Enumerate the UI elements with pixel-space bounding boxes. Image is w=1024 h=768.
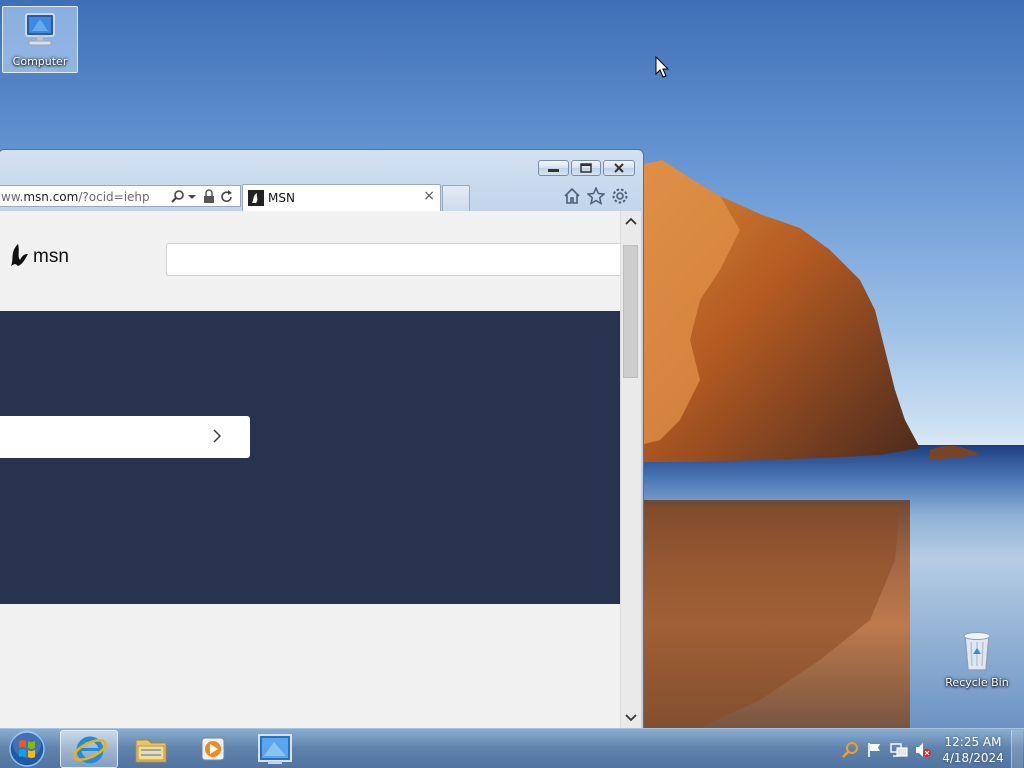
desktop-icon-label: Recycle Bin: [945, 676, 1009, 689]
file-explorer-icon: [135, 739, 167, 763]
search-icon[interactable]: [842, 741, 860, 759]
taskbar-internet-explorer[interactable]: [60, 730, 118, 768]
scroll-up-icon[interactable]: [621, 213, 641, 229]
scroll-down-icon[interactable]: [621, 710, 641, 726]
volume-muted-icon[interactable]: [914, 741, 932, 759]
tab-msn[interactable]: MSN ×: [242, 184, 441, 211]
tab-close-button[interactable]: ×: [423, 188, 435, 204]
taskbar-remote-desktop[interactable]: [246, 730, 304, 768]
msn-butterfly-logo-icon: [11, 244, 28, 266]
computer-icon: [25, 13, 55, 46]
minimize-button[interactable]: [538, 160, 569, 176]
desktop-icon-recycle-bin[interactable]: Recycle Bin: [939, 628, 1015, 698]
home-icon[interactable]: [563, 187, 581, 205]
gear-icon[interactable]: [611, 187, 629, 205]
minimize-icon: [548, 169, 559, 172]
msn-favicon-icon: [248, 190, 264, 206]
internet-explorer-icon: [73, 736, 107, 764]
recycle-bin-icon: [963, 632, 991, 671]
tab-title: MSN: [268, 191, 295, 205]
chevron-down-icon[interactable]: [187, 189, 197, 205]
address-bar[interactable]: ww.msn.com/?ocid=iehp: [0, 185, 241, 207]
chevron-right-icon: [213, 429, 221, 443]
hero-banner: [0, 311, 620, 604]
msn-logo-text: msn: [33, 246, 69, 267]
start-button[interactable]: [7, 730, 47, 768]
vertical-scrollbar[interactable]: [620, 211, 641, 729]
taskbar: 12:25 AM 4/18/2024: [0, 728, 1024, 768]
refresh-icon[interactable]: [219, 189, 235, 205]
search-icon[interactable]: [170, 189, 186, 205]
desktop-icon-computer[interactable]: Computer: [2, 6, 78, 73]
favorites-star-icon[interactable]: [587, 187, 605, 205]
show-desktop-button[interactable]: [1011, 730, 1023, 768]
scrollbar-thumb[interactable]: [623, 245, 638, 378]
search-input[interactable]: [166, 243, 626, 276]
close-icon: [614, 163, 624, 173]
clock-date: 4/18/2024: [942, 751, 1004, 765]
remote-desktop-icon: [258, 734, 292, 764]
taskbar-media-player[interactable]: [184, 730, 242, 768]
browser-toolbar: ww.msn.com/?ocid=iehp MSN ×: [0, 184, 645, 212]
page-content: msn: [0, 211, 626, 729]
network-icon[interactable]: [890, 741, 908, 759]
clock-time: 12:25 AM: [944, 735, 1002, 749]
browser-window: ww.msn.com/?ocid=iehp MSN × msn: [0, 149, 644, 729]
restore-icon: [580, 163, 592, 173]
taskbar-file-explorer[interactable]: [122, 730, 180, 768]
hero-action-button[interactable]: [0, 416, 250, 458]
action-center-flag-icon[interactable]: [866, 741, 884, 759]
restore-button[interactable]: [571, 160, 601, 176]
address-text: ww.msn.com/?ocid=iehp: [1, 190, 150, 204]
desktop-icon-label: Computer: [12, 55, 68, 68]
close-window-button[interactable]: [603, 160, 635, 176]
media-player-icon: [201, 737, 225, 761]
lock-icon[interactable]: [202, 189, 216, 205]
mouse-cursor-icon: [655, 56, 670, 78]
system-clock[interactable]: 12:25 AM 4/18/2024: [938, 734, 1008, 766]
new-tab-button[interactable]: [442, 185, 470, 211]
